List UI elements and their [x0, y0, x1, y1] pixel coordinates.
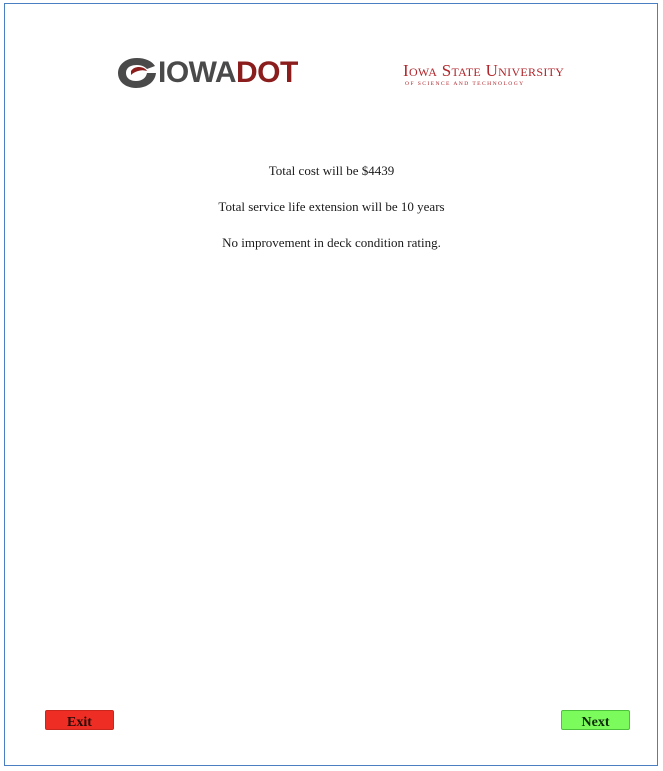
deck-rating-text: No improvement in deck condition rating. — [222, 235, 441, 250]
service-life-text: Total service life extension will be 10 … — [218, 199, 445, 214]
iowadot-logo-iowa-text: IOWA — [158, 56, 237, 89]
iowadot-logo: IOWA DOT — [117, 56, 298, 90]
isu-logo-subtitle: of Science and Technology — [405, 81, 525, 87]
isu-logo-name: Iowa State University — [403, 61, 565, 80]
iowadot-logo-dot-text: DOT — [236, 56, 298, 89]
next-button[interactable]: Next — [561, 710, 630, 730]
app-window — [4, 3, 658, 766]
iowadot-swoosh-icon — [118, 58, 156, 88]
isu-logo: Iowa State University of Science and Tec… — [403, 62, 593, 87]
exit-button[interactable]: Exit — [45, 710, 114, 730]
total-cost-text: Total cost will be $4439 — [268, 163, 395, 178]
